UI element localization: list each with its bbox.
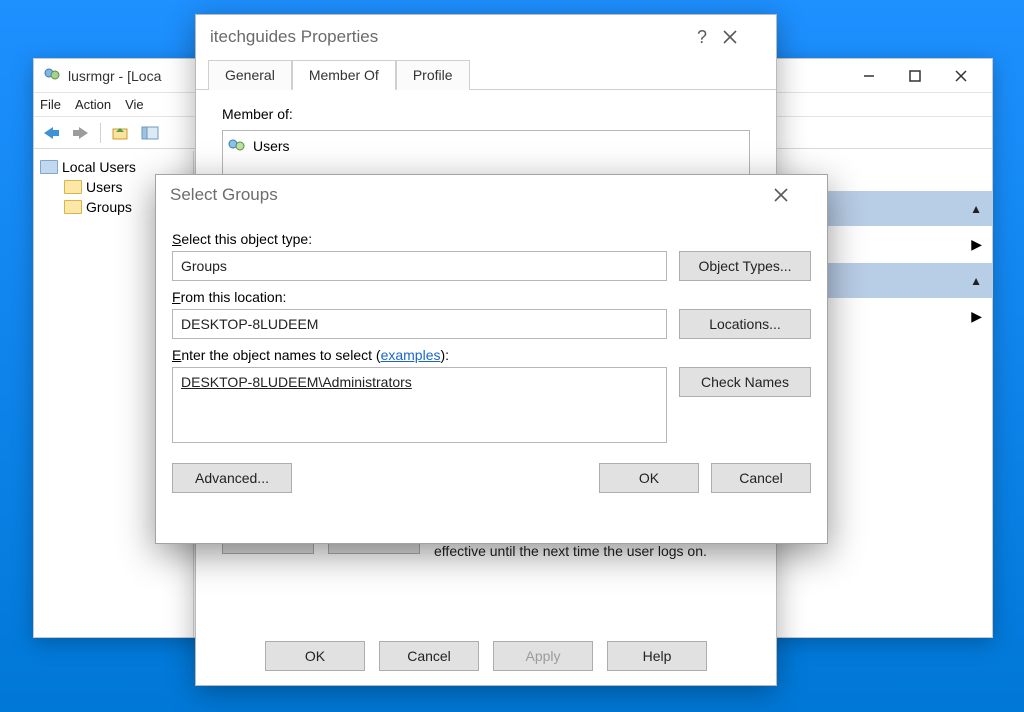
object-types-button-label: Object Types... [698, 258, 791, 274]
maximize-button[interactable] [892, 61, 938, 91]
minimize-button[interactable] [846, 61, 892, 91]
object-type-field: Groups [172, 251, 667, 281]
check-names-button-label: Check Names [701, 374, 789, 390]
forward-icon[interactable] [68, 121, 94, 145]
tab-profile[interactable]: Profile [396, 60, 470, 90]
properties-button-row: OK Cancel Apply Help [196, 631, 776, 685]
select-groups-titlebar[interactable]: Select Groups [156, 175, 827, 215]
apply-button-label: Apply [525, 648, 560, 664]
properties-panel-icon[interactable] [137, 121, 163, 145]
cancel-button[interactable]: Cancel [379, 641, 479, 671]
close-button[interactable] [938, 61, 984, 91]
examples-link[interactable]: examples [381, 347, 441, 363]
help-button-label: Help [643, 648, 672, 664]
tree-groups-label: Groups [86, 199, 132, 215]
chevron-right-icon: ▶ [971, 308, 982, 325]
locations-button[interactable]: Locations... [679, 309, 811, 339]
lusrmgr-app-icon [42, 66, 62, 86]
location-field: DESKTOP-8LUDEEM [172, 309, 667, 339]
object-type-value: Groups [181, 258, 227, 274]
tab-general[interactable]: General [208, 60, 292, 90]
chevron-right-icon: ▶ [971, 236, 982, 253]
ok-button[interactable]: OK [265, 641, 365, 671]
collapse-icon: ▲ [970, 274, 982, 288]
advanced-button[interactable]: Advanced... [172, 463, 292, 493]
tab-member-of[interactable]: Member Of [292, 60, 396, 90]
list-item-label: Users [253, 138, 290, 154]
close-icon[interactable] [722, 29, 762, 45]
group-icon [227, 138, 247, 154]
close-icon[interactable] [773, 187, 813, 203]
folder-icon [64, 180, 82, 194]
menu-file[interactable]: File [40, 97, 61, 112]
member-of-label: Member of: [222, 106, 750, 122]
ok-button[interactable]: OK [599, 463, 699, 493]
cancel-button-label: Cancel [739, 470, 783, 486]
tree-users-label: Users [86, 179, 123, 195]
object-names-value: DESKTOP-8LUDEEM\Administrators [181, 374, 412, 390]
ok-button-label: OK [305, 648, 325, 664]
menu-view[interactable]: Vie [125, 97, 144, 112]
folder-icon [64, 200, 82, 214]
advanced-button-label: Advanced... [195, 470, 269, 486]
ok-button-label: OK [639, 470, 659, 486]
object-type-label: Select this object type: [172, 231, 811, 247]
location-value: DESKTOP-8LUDEEM [181, 316, 318, 332]
locations-button-label: Locations... [709, 316, 781, 332]
menu-action[interactable]: Action [75, 97, 111, 112]
from-location-label: From this location: [172, 289, 811, 305]
cancel-button-label: Cancel [407, 648, 451, 664]
cancel-button[interactable]: Cancel [711, 463, 811, 493]
select-groups-title: Select Groups [170, 185, 773, 205]
help-button[interactable]: Help [607, 641, 707, 671]
lusrmgr-window-controls [846, 61, 984, 91]
select-groups-body: Select this object type: Groups Object T… [156, 215, 827, 543]
select-groups-dialog: Select Groups Select this object type: G… [155, 174, 828, 544]
object-names-label: Enter the object names to select (exampl… [172, 347, 811, 363]
check-names-button[interactable]: Check Names [679, 367, 811, 397]
collapse-icon: ▲ [970, 202, 982, 216]
toolbar-separator [100, 123, 101, 143]
users-groups-icon [40, 160, 58, 174]
tree-root-label: Local Users [62, 159, 136, 175]
help-icon[interactable]: ? [682, 27, 722, 48]
properties-tabstrip: General Member Of Profile [196, 59, 776, 90]
object-names-input[interactable]: DESKTOP-8LUDEEM\Administrators [172, 367, 667, 443]
back-icon[interactable] [38, 121, 64, 145]
apply-button: Apply [493, 641, 593, 671]
up-folder-icon[interactable] [107, 121, 133, 145]
list-item[interactable]: Users [227, 135, 745, 157]
properties-title: itechguides Properties [210, 27, 682, 47]
object-types-button[interactable]: Object Types... [679, 251, 811, 281]
properties-titlebar[interactable]: itechguides Properties ? [196, 15, 776, 59]
